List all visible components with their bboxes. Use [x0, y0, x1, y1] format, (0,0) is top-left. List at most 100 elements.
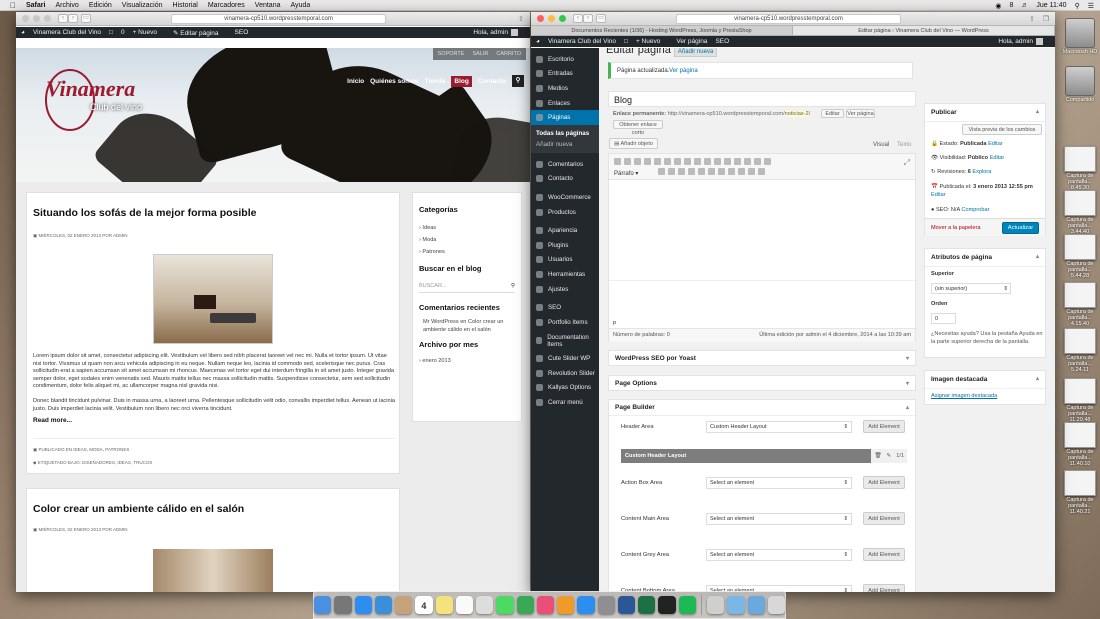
sidebar-item-collapse-menu[interactable]: Cerrar menú — [531, 395, 599, 410]
admin-comment-count[interactable]: 0 — [121, 29, 125, 36]
sidebar-item-posts[interactable]: Entradas — [531, 67, 599, 82]
help-icon[interactable] — [758, 168, 765, 175]
number-list-icon[interactable] — [654, 158, 661, 165]
excel-icon[interactable] — [638, 596, 656, 614]
admin-new[interactable]: + Nuevo — [133, 29, 165, 36]
search-icon[interactable]: ⚲ — [511, 279, 515, 293]
menu-ayuda[interactable]: Ayuda — [290, 2, 310, 9]
desktop-screenshot-file[interactable]: Captura de pantalla... 5.44.28 — [1060, 234, 1100, 279]
trash-icon[interactable] — [767, 596, 786, 614]
parent-select[interactable]: (sin superior) ⇕ — [931, 283, 1011, 294]
order-input[interactable]: 0 — [931, 313, 956, 324]
add-new-button[interactable]: Añadir nueva — [673, 48, 718, 57]
close-button[interactable] — [22, 15, 29, 22]
indent-icon[interactable] — [728, 168, 735, 175]
admin-new[interactable]: + Nuevo — [636, 38, 668, 45]
chevron-up-icon[interactable]: ▴ — [1036, 108, 1039, 115]
back-icon[interactable]: ‹ — [58, 14, 68, 23]
folder-icon[interactable] — [727, 596, 745, 614]
add-element-button[interactable]: Add Element — [863, 420, 905, 433]
desktop-screenshot-file[interactable]: Captura de pantalla... 11.40.10 — [1060, 422, 1100, 467]
notice-view-link[interactable]: Ver página — [669, 68, 698, 74]
desktop-drive-icon[interactable]: Compartido — [1060, 66, 1100, 103]
special-char-icon[interactable] — [708, 168, 715, 175]
sidebar-item-links[interactable]: Enlaces — [531, 96, 599, 111]
read-more-link[interactable]: Read more... — [33, 417, 72, 424]
admin-seo[interactable]: SEO — [715, 38, 729, 45]
post-title[interactable]: Color crear un ambiente cálido en el sal… — [33, 503, 244, 515]
paste-text-icon[interactable] — [688, 168, 695, 175]
messages-icon[interactable] — [496, 596, 514, 614]
add-element-button[interactable]: Add Element — [863, 584, 905, 592]
menu-marcadores[interactable]: Marcadores — [208, 2, 245, 9]
revisions-explore-link[interactable]: Explora — [972, 169, 991, 175]
minimize-button[interactable] — [548, 15, 555, 22]
status-edit-link[interactable]: Editar — [988, 141, 1003, 147]
align-center-icon[interactable] — [694, 158, 701, 165]
post-image[interactable] — [153, 549, 273, 592]
set-featured-image-link[interactable]: Asignar imagen destacada — [931, 393, 997, 399]
expand-icon[interactable]: ⤢ — [904, 158, 910, 168]
chevron-down-icon[interactable]: ▾ — [906, 380, 909, 387]
nav-inicio[interactable]: Inicio — [347, 78, 364, 85]
publish-header[interactable]: Publicar ▴ — [925, 104, 1045, 122]
hr-icon[interactable] — [674, 158, 681, 165]
edit-icon[interactable]: ✎ — [887, 449, 892, 463]
bold-icon[interactable] — [614, 158, 621, 165]
sidebar-icon[interactable]: ▭ — [81, 14, 91, 23]
nav-quienes-somos[interactable]: Quiénes somos — [370, 78, 418, 85]
apple-icon[interactable]:  — [10, 1, 16, 10]
submenu-add-new[interactable]: Añadir nueva — [531, 139, 599, 150]
nav-blog[interactable]: Blog — [451, 75, 472, 87]
avatar[interactable] — [1036, 38, 1043, 45]
more-icon[interactable] — [734, 158, 741, 165]
clock[interactable]: Jue 11:40 — [1036, 2, 1066, 9]
tab-visual[interactable]: Visual — [873, 142, 889, 148]
trash-icon[interactable]: 🗑 — [874, 449, 881, 463]
permalink-url[interactable]: http://vinamera-cp510.wordpresstemporal.… — [668, 111, 785, 117]
zoom-button[interactable] — [559, 15, 566, 22]
tab-edit-page[interactable]: Editar página ‹ Vinamera Club del Vino —… — [793, 26, 1055, 35]
menu-historial[interactable]: Historial — [173, 2, 198, 9]
address-bar[interactable]: vinamera-cp510.wordpresstemporal.com — [676, 14, 901, 24]
page-options-header[interactable]: Page Options ▾ — [609, 376, 915, 391]
forward-icon[interactable]: › — [583, 14, 593, 23]
sidebar-item-products[interactable]: Productos — [531, 205, 599, 220]
sidebar-item-documentation[interactable]: Documentation Items — [531, 330, 599, 352]
sidebar-icon[interactable]: ▭ — [596, 14, 606, 23]
admin-greeting[interactable]: Hola, admin — [998, 38, 1033, 45]
mail-icon[interactable] — [374, 596, 393, 614]
close-button[interactable] — [537, 15, 544, 22]
seo-check-link[interactable]: Comprobar — [961, 207, 989, 213]
unlink-icon[interactable] — [724, 158, 731, 165]
desktop-screenshot-file[interactable]: Captura de pantalla... 11.40.21 — [1060, 470, 1100, 515]
desktop-screenshot-file[interactable]: Captura de pantalla... 3.44.40 — [1060, 190, 1100, 235]
page-options-box[interactable]: Page Options ▾ — [608, 375, 916, 391]
menu-ventana[interactable]: Ventana — [255, 2, 281, 9]
add-media-button[interactable]: ▤ Añadir objeto — [609, 138, 658, 149]
wifi-icon[interactable]: ◉ — [995, 2, 1001, 10]
strike-icon[interactable] — [634, 158, 641, 165]
notes-icon[interactable] — [435, 596, 453, 614]
photos-icon[interactable] — [476, 596, 494, 614]
itunes-icon[interactable] — [536, 596, 555, 614]
sidebar-item-contact[interactable]: Contacto — [531, 172, 599, 187]
sidebar-item-settings[interactable]: Ajustes — [531, 282, 599, 297]
admin-site-name[interactable]: Vinamera Club del Vino — [33, 29, 101, 36]
add-element-button[interactable]: Add Element — [863, 512, 905, 525]
admin-view-page[interactable]: Ver página — [676, 38, 707, 45]
chevron-up-icon[interactable]: ▴ — [1036, 375, 1039, 382]
align-left-icon[interactable] — [684, 158, 691, 165]
calendar-icon[interactable]: 4 — [415, 596, 433, 614]
reminders-icon[interactable] — [455, 596, 474, 614]
nav-carrito[interactable]: CARRITO — [496, 51, 521, 57]
page-attributes-header[interactable]: Atributos de página ▴ — [925, 249, 1045, 267]
nav-tienda[interactable]: Tienda — [425, 78, 446, 85]
desktop-drive-icon[interactable]: Macintosh HD — [1060, 18, 1100, 55]
downloads-icon[interactable] — [747, 596, 765, 614]
zoom-button[interactable] — [44, 15, 51, 22]
spotify-icon[interactable] — [678, 596, 697, 614]
post-image[interactable] — [153, 254, 273, 344]
comments-icon[interactable]: □ — [109, 29, 113, 36]
chevron-up-icon[interactable]: ▴ — [1036, 253, 1039, 260]
